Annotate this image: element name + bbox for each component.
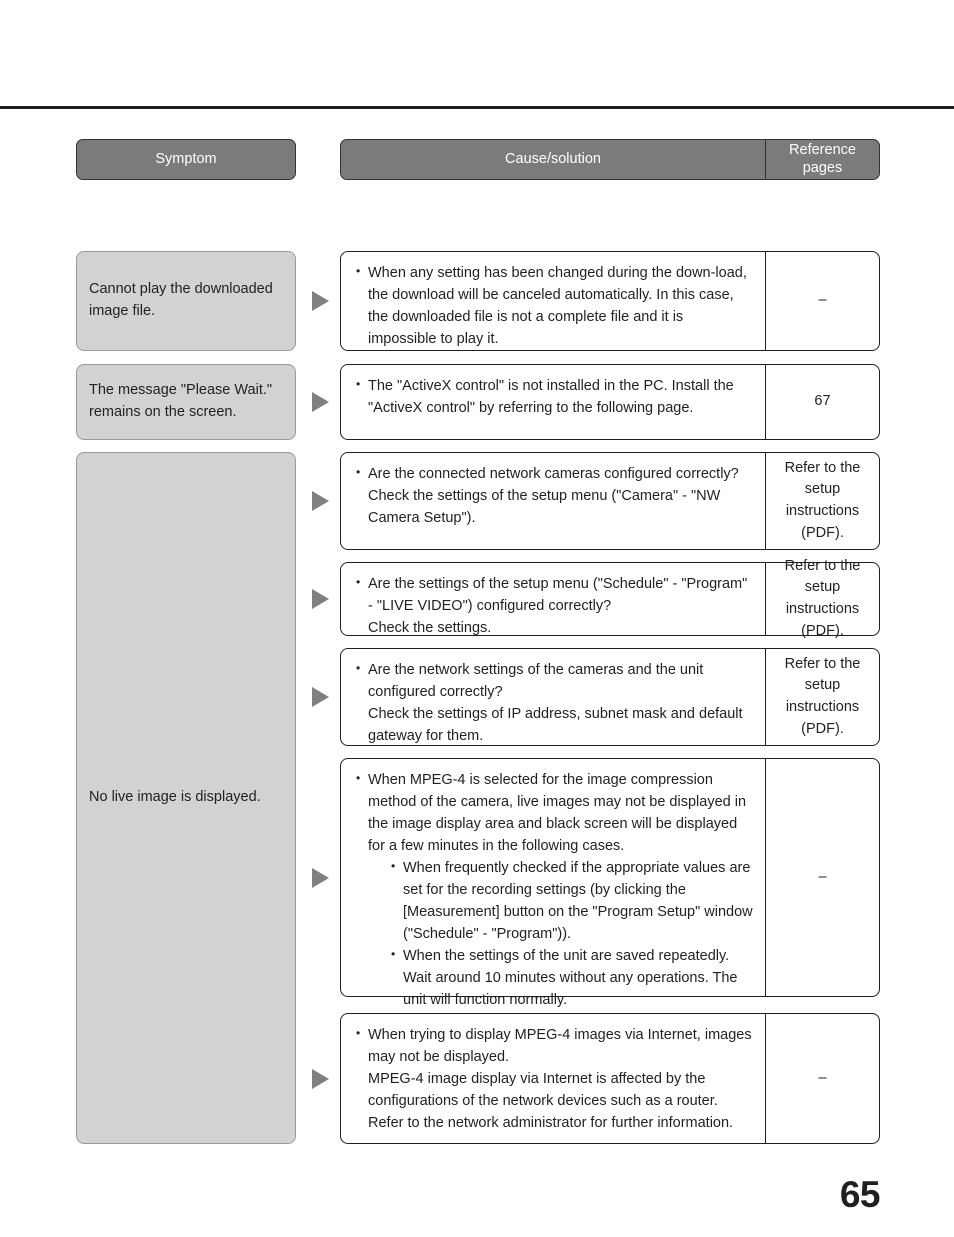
cause-bullet-line: Check the settings of the setup menu ("C… <box>368 488 721 527</box>
symptom-text: No live image is displayed. <box>89 789 261 806</box>
cause-bullet-list: When any setting has been changed during… <box>355 261 755 350</box>
cause-bullet-list: Are the network settings of the cameras … <box>355 658 755 747</box>
column-header-symptom: Symptom <box>76 139 296 180</box>
header-divider-rule <box>0 106 954 109</box>
reference-pages-value: – <box>818 868 827 885</box>
cause-bullet-list: The "ActiveX control" is not installed i… <box>355 374 755 419</box>
table-row: Are the network settings of the cameras … <box>340 648 880 746</box>
table-row: Are the settings of the setup menu ("Sch… <box>340 558 880 639</box>
arrow-marker-icon <box>312 687 329 707</box>
reference-pages-value: Refer to the setup instructions (PDF). <box>784 459 861 541</box>
reference-pages-value: Refer to the setup instructions (PDF). <box>784 557 861 639</box>
reference-pages-cell: – <box>766 759 879 996</box>
cause-sub-bullet-item: When the settings of the unit are saved … <box>390 945 755 1011</box>
cause-bullet-line: MPEG-4 image display via Internet is aff… <box>368 1071 734 1132</box>
column-header-reference-pages: Reference pages <box>766 140 879 179</box>
symptom-cell-cannot-play-downloaded-image-file: Cannot play the downloaded image file. <box>76 251 296 351</box>
cause-bullet-line: When any setting has been changed during… <box>368 265 747 348</box>
cause-bullet-list: When trying to display MPEG-4 images via… <box>355 1023 755 1134</box>
reference-pages-cell: Refer to the setup instructions (PDF). <box>766 558 879 639</box>
cause-bullet-line: Check the settings of IP address, subnet… <box>368 706 743 745</box>
reference-pages-cell: – <box>766 252 879 350</box>
symptom-text: The message "Please Wait." remains on th… <box>89 382 273 420</box>
cause-bullet-line: When MPEG-4 is selected for the image co… <box>368 772 747 855</box>
table-row: When MPEG-4 is selected for the image co… <box>340 758 880 1008</box>
reference-pages-value: – <box>818 1069 827 1086</box>
column-header-cause-solution-label: Cause/solution <box>505 150 601 167</box>
cause-bullet-item: Are the connected network cameras config… <box>355 462 755 529</box>
cause-bullet-item: When any setting has been changed during… <box>355 261 755 350</box>
table-row: When any setting has been changed during… <box>340 251 880 351</box>
cause-bullet-list: Are the connected network cameras config… <box>355 462 755 529</box>
cause-solution-cell: Are the settings of the setup menu ("Sch… <box>341 563 766 636</box>
column-header-cause-solution: Cause/solution <box>341 140 766 179</box>
cause-bullet-item: The "ActiveX control" is not installed i… <box>355 374 755 419</box>
cause-solution-cell: Are the network settings of the cameras … <box>341 649 766 745</box>
arrow-marker-icon <box>312 589 329 609</box>
reference-pages-value: – <box>818 292 827 309</box>
cause-solution-cell: Are the connected network cameras config… <box>341 453 766 549</box>
arrow-marker-icon <box>312 392 329 412</box>
cause-bullet-line: Are the settings of the setup menu ("Sch… <box>368 576 748 615</box>
symptom-cell-no-live-image-is-displayed: No live image is displayed. <box>76 452 296 1144</box>
cause-bullet-line: When trying to display MPEG-4 images via… <box>368 1027 752 1066</box>
cause-bullet-line: Are the connected network cameras config… <box>368 466 739 482</box>
cause-solution-cell: When any setting has been changed during… <box>341 252 766 350</box>
table-header-row: Symptom Cause/solution Reference pages <box>76 139 880 180</box>
symptom-cell-please-wait-remains-on-screen: The message "Please Wait." remains on th… <box>76 364 296 440</box>
troubleshooting-table: Symptom Cause/solution Reference pages C… <box>76 139 880 1144</box>
cause-bullet-item: Are the settings of the setup menu ("Sch… <box>355 572 755 639</box>
column-header-reference-pages-label: Reference pages <box>789 142 856 177</box>
cause-solution-cell: When trying to display MPEG-4 images via… <box>341 1014 766 1143</box>
arrow-marker-icon <box>312 491 329 511</box>
cause-sub-bullet-list: When frequently checked if the appropria… <box>368 857 755 1011</box>
page-number: 65 <box>839 1174 881 1215</box>
arrow-marker-icon <box>312 1068 329 1089</box>
cause-bullet-item: Are the network settings of the cameras … <box>355 658 755 747</box>
reference-pages-cell: Refer to the setup instructions (PDF). <box>766 649 879 745</box>
cause-bullet-item: When MPEG-4 is selected for the image co… <box>355 768 755 1011</box>
symptom-text: Cannot play the downloaded image file. <box>89 281 273 319</box>
cause-bullet-item: When trying to display MPEG-4 images via… <box>355 1023 755 1134</box>
table-row: Are the connected network cameras config… <box>340 452 880 550</box>
cause-bullet-line: The "ActiveX control" is not installed i… <box>368 378 734 417</box>
reference-pages-value: Refer to the setup instructions (PDF). <box>784 655 861 737</box>
cause-solution-cell: When MPEG-4 is selected for the image co… <box>341 759 766 1008</box>
column-header-symptom-label: Symptom <box>155 150 217 167</box>
arrow-marker-icon <box>312 291 329 311</box>
column-header-reference-pages-line1: Reference <box>789 141 856 158</box>
reference-pages-value: 67 <box>814 393 831 410</box>
arrow-marker-icon <box>312 867 329 888</box>
column-header-reference-pages-line2: pages <box>802 159 843 176</box>
table-row: When trying to display MPEG-4 images via… <box>340 1013 880 1144</box>
reference-pages-cell: – <box>766 1014 879 1143</box>
reference-pages-cell: 67 <box>766 365 879 439</box>
cause-bullet-line: Are the network settings of the cameras … <box>368 662 704 701</box>
reference-pages-cell: Refer to the setup instructions (PDF). <box>766 453 879 549</box>
cause-bullet-line: Check the settings. <box>368 620 492 637</box>
cause-solution-cell: The "ActiveX control" is not installed i… <box>341 365 766 439</box>
column-header-group: Cause/solution Reference pages <box>340 139 880 180</box>
cause-bullet-list: Are the settings of the setup menu ("Sch… <box>355 572 755 639</box>
cause-sub-bullet-item: When frequently checked if the appropria… <box>390 857 755 945</box>
cause-bullet-list: When MPEG-4 is selected for the image co… <box>355 768 755 1011</box>
table-row: The "ActiveX control" is not installed i… <box>340 364 880 440</box>
